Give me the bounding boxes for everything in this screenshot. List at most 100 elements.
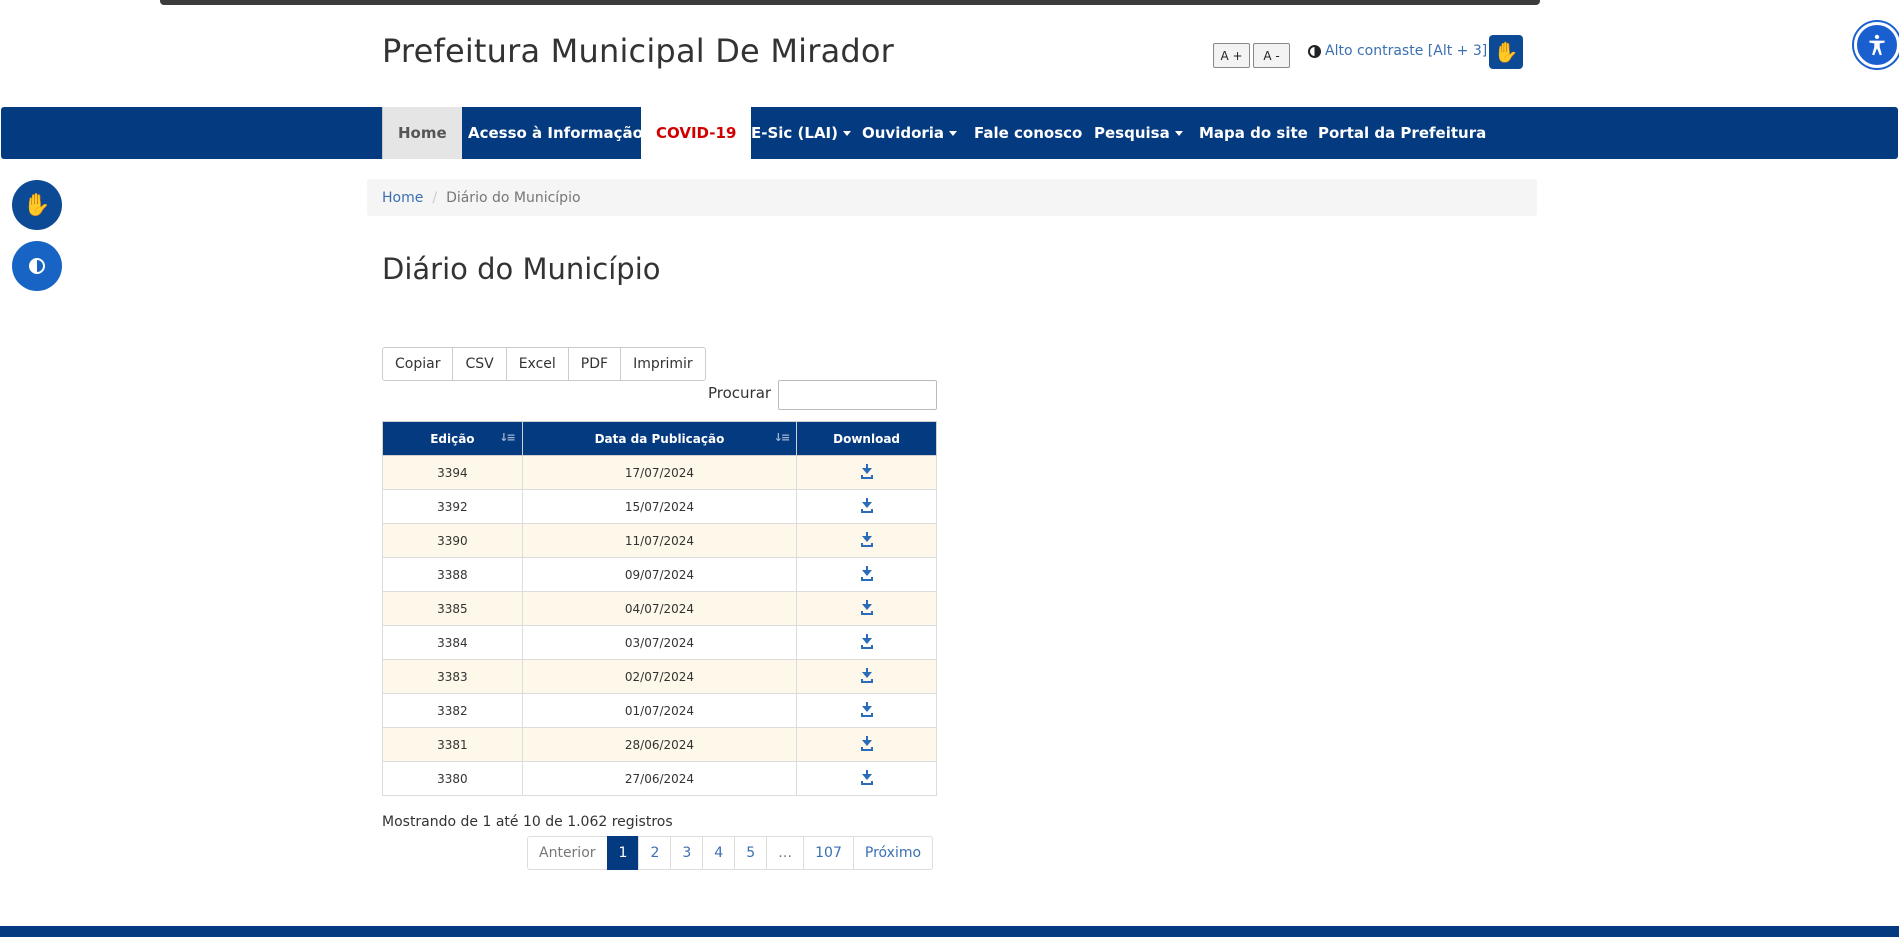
nav-ouvidoria-label: Ouvidoria bbox=[862, 124, 945, 142]
page-5[interactable]: 5 bbox=[734, 836, 768, 870]
download-icon[interactable] bbox=[860, 701, 873, 717]
download-icon[interactable] bbox=[860, 531, 873, 547]
site-title[interactable]: Prefeitura Municipal De Mirador bbox=[382, 32, 894, 70]
table-row: 3390 11/07/2024 bbox=[382, 523, 937, 558]
download-icon[interactable] bbox=[860, 667, 873, 683]
accessibility-menu-button[interactable] bbox=[1854, 22, 1899, 68]
nav-mapa-site[interactable]: Mapa do site bbox=[1184, 107, 1323, 159]
cell-download bbox=[796, 761, 937, 796]
download-icon[interactable] bbox=[860, 565, 873, 581]
cell-data: 03/07/2024 bbox=[521, 625, 798, 660]
page-2[interactable]: 2 bbox=[638, 836, 672, 870]
cell-edicao: 3381 bbox=[382, 727, 523, 762]
nav-acesso-label: Acesso à Informação bbox=[468, 124, 643, 142]
sign-language-icon: ✋ bbox=[23, 192, 51, 218]
cell-edicao: 3384 bbox=[382, 625, 523, 660]
page-title: Diário do Município bbox=[382, 252, 661, 286]
cell-edicao: 3394 bbox=[382, 455, 523, 490]
nav-fale-conosco[interactable]: Fale conosco bbox=[959, 107, 1097, 159]
breadcrumb-separator: / bbox=[432, 189, 438, 206]
page-3[interactable]: 3 bbox=[670, 836, 704, 870]
column-header-label: Data da Publicação bbox=[594, 431, 725, 446]
page-ellipsis: … bbox=[766, 836, 805, 870]
accessibility-person-icon bbox=[1869, 34, 1885, 56]
browser-bar bbox=[160, 0, 1540, 5]
table-row: 3394 17/07/2024 bbox=[382, 455, 937, 490]
table-info: Mostrando de 1 até 10 de 1.062 registros bbox=[382, 814, 673, 830]
diario-table: Edição ↓≡ Data da Publicação ↓≡ Download 3… bbox=[382, 421, 937, 796]
nav-portal-prefeitura[interactable]: Portal da Prefeitura bbox=[1303, 107, 1501, 159]
high-contrast-link[interactable]: Alto contraste [Alt + 3] bbox=[1308, 43, 1487, 59]
cell-edicao: 3383 bbox=[382, 659, 523, 694]
page-previous[interactable]: Anterior bbox=[527, 836, 608, 870]
side-libras-button[interactable]: ✋ bbox=[12, 180, 62, 230]
nav-esic-label: E-Sic (LAI) bbox=[751, 124, 838, 142]
download-icon[interactable] bbox=[860, 735, 873, 751]
cell-download bbox=[796, 727, 937, 762]
column-header-data[interactable]: Data da Publicação ↓≡ bbox=[521, 421, 798, 456]
nav-home[interactable]: Home bbox=[382, 107, 462, 159]
excel-button[interactable]: Excel bbox=[505, 347, 569, 381]
main-navbar: Home Acesso à Informação COVID-19 E-Sic … bbox=[1, 107, 1898, 159]
copy-button[interactable]: Copiar bbox=[382, 347, 454, 381]
table-row: 3392 15/07/2024 bbox=[382, 489, 937, 524]
search-input[interactable] bbox=[778, 380, 937, 410]
table-row: 3381 28/06/2024 bbox=[382, 727, 937, 762]
contrast-icon bbox=[29, 258, 45, 274]
table-row: 3383 02/07/2024 bbox=[382, 659, 937, 694]
cell-download bbox=[796, 625, 937, 660]
side-contrast-button[interactable] bbox=[12, 241, 62, 291]
nav-acesso-informacao[interactable]: Acesso à Informação bbox=[453, 107, 671, 159]
print-button[interactable]: Imprimir bbox=[620, 347, 706, 381]
pagination: Anterior 1 2 3 4 5 … 107 Próximo bbox=[527, 836, 934, 870]
column-header-edicao[interactable]: Edição ↓≡ bbox=[382, 421, 523, 456]
libras-button[interactable]: ✋ bbox=[1489, 35, 1523, 69]
cell-download bbox=[796, 455, 937, 490]
cell-data: 28/06/2024 bbox=[521, 727, 798, 762]
pdf-button[interactable]: PDF bbox=[567, 347, 622, 381]
cell-download bbox=[796, 523, 937, 558]
nav-fale-label: Fale conosco bbox=[974, 124, 1083, 142]
cell-edicao: 3382 bbox=[382, 693, 523, 728]
download-icon[interactable] bbox=[860, 463, 873, 479]
cell-download bbox=[796, 693, 937, 728]
caret-down-icon bbox=[949, 130, 958, 136]
sign-language-icon: ✋ bbox=[1493, 40, 1519, 64]
cell-data: 17/07/2024 bbox=[521, 455, 798, 490]
column-header-label: Download bbox=[833, 431, 901, 446]
cell-data: 09/07/2024 bbox=[521, 557, 798, 592]
nav-covid-label: COVID-19 bbox=[656, 124, 737, 142]
export-buttons: Copiar CSV Excel PDF Imprimir bbox=[382, 347, 706, 381]
column-header-download: Download bbox=[796, 421, 937, 456]
font-increase-button[interactable]: A + bbox=[1213, 43, 1250, 68]
table-row: 3382 01/07/2024 bbox=[382, 693, 937, 728]
cell-data: 11/07/2024 bbox=[521, 523, 798, 558]
nav-covid[interactable]: COVID-19 bbox=[641, 107, 752, 159]
page-next[interactable]: Próximo bbox=[852, 836, 934, 870]
csv-button[interactable]: CSV bbox=[452, 347, 507, 381]
download-icon[interactable] bbox=[860, 633, 873, 649]
breadcrumb-current: Diário do Município bbox=[446, 189, 581, 206]
cell-download bbox=[796, 557, 937, 592]
high-contrast-label: Alto contraste [Alt + 3] bbox=[1325, 43, 1488, 59]
breadcrumb-home[interactable]: Home bbox=[382, 190, 423, 206]
cell-download bbox=[796, 659, 937, 694]
download-icon[interactable] bbox=[860, 497, 873, 513]
page-1[interactable]: 1 bbox=[606, 836, 640, 870]
cell-data: 15/07/2024 bbox=[521, 489, 798, 524]
download-icon[interactable] bbox=[860, 769, 873, 785]
table-row: 3385 04/07/2024 bbox=[382, 591, 937, 626]
nav-pesquisa[interactable]: Pesquisa bbox=[1079, 107, 1198, 159]
cell-data: 02/07/2024 bbox=[521, 659, 798, 694]
nav-ouvidoria[interactable]: Ouvidoria bbox=[847, 107, 972, 159]
download-icon[interactable] bbox=[860, 599, 873, 615]
cell-data: 04/07/2024 bbox=[521, 591, 798, 626]
page-107[interactable]: 107 bbox=[803, 836, 854, 870]
font-decrease-button[interactable]: A - bbox=[1253, 43, 1290, 68]
page-4[interactable]: 4 bbox=[702, 836, 736, 870]
sort-icon: ↓≡ bbox=[773, 431, 791, 444]
nav-mapa-label: Mapa do site bbox=[1199, 124, 1308, 142]
table-row: 3380 27/06/2024 bbox=[382, 761, 937, 796]
table-row: 3384 03/07/2024 bbox=[382, 625, 937, 660]
cell-download bbox=[796, 591, 937, 626]
